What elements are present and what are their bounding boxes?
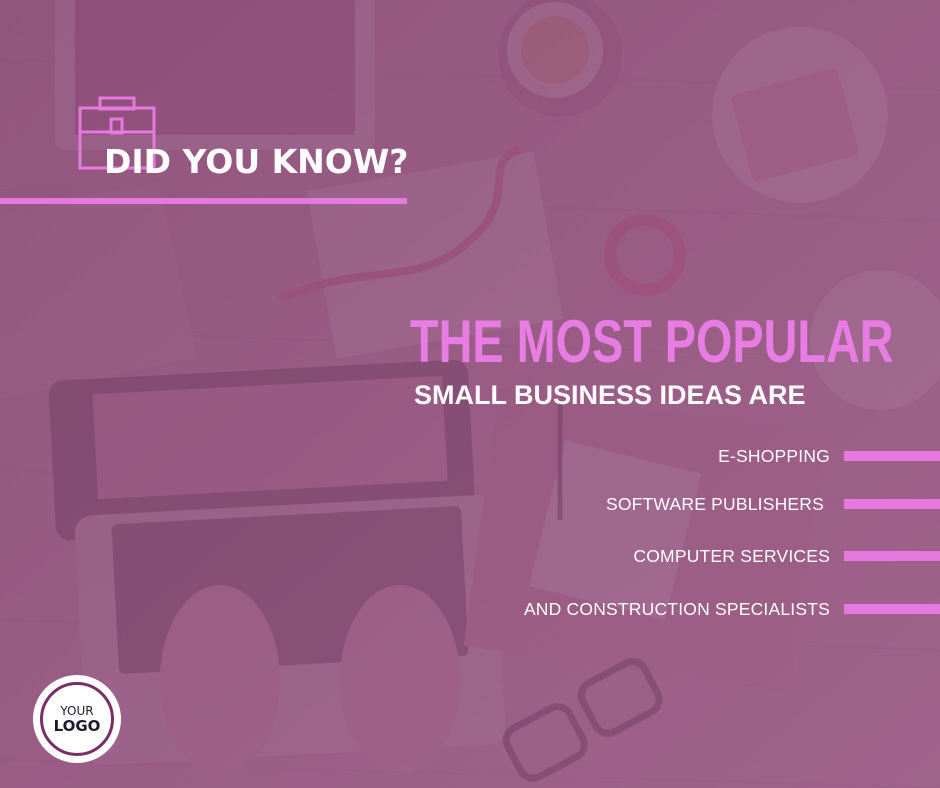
- idea-item-construction-specialists: AND CONSTRUCTION SPECIALISTS: [480, 594, 940, 624]
- main-subtitle: SMALL BUSINESS IDEAS ARE: [414, 380, 806, 410]
- idea-label: SOFTWARE PUBLISHERS: [605, 493, 824, 514]
- idea-item-eshopping: E-SHOPPING: [480, 441, 940, 471]
- main-title: THE MOST POPULAR: [410, 308, 894, 375]
- idea-label: COMPUTER SERVICES: [633, 545, 830, 566]
- logo-badge[interactable]: YOUR LOGO: [33, 675, 121, 763]
- heading-underline: [0, 198, 407, 204]
- logo-text-logo: LOGO: [53, 716, 101, 735]
- idea-bar: [844, 551, 940, 561]
- idea-bar: [844, 604, 940, 614]
- did-you-know-heading: DID YOU KNOW?: [104, 142, 409, 181]
- idea-item-computer-services: COMPUTER SERVICES: [480, 541, 940, 571]
- idea-bar: [844, 499, 940, 509]
- idea-label: E-SHOPPING: [718, 445, 830, 466]
- idea-label: AND CONSTRUCTION SPECIALISTS: [523, 598, 830, 619]
- logo-text-your: YOUR: [60, 703, 94, 718]
- idea-bar: [844, 451, 940, 461]
- logo-ring: YOUR LOGO: [40, 682, 114, 756]
- infographic-canvas: DID YOU KNOW? THE MOST POPULAR SMALL BUS…: [0, 0, 940, 788]
- idea-item-software-publishers: SOFTWARE PUBLISHERS: [480, 489, 940, 519]
